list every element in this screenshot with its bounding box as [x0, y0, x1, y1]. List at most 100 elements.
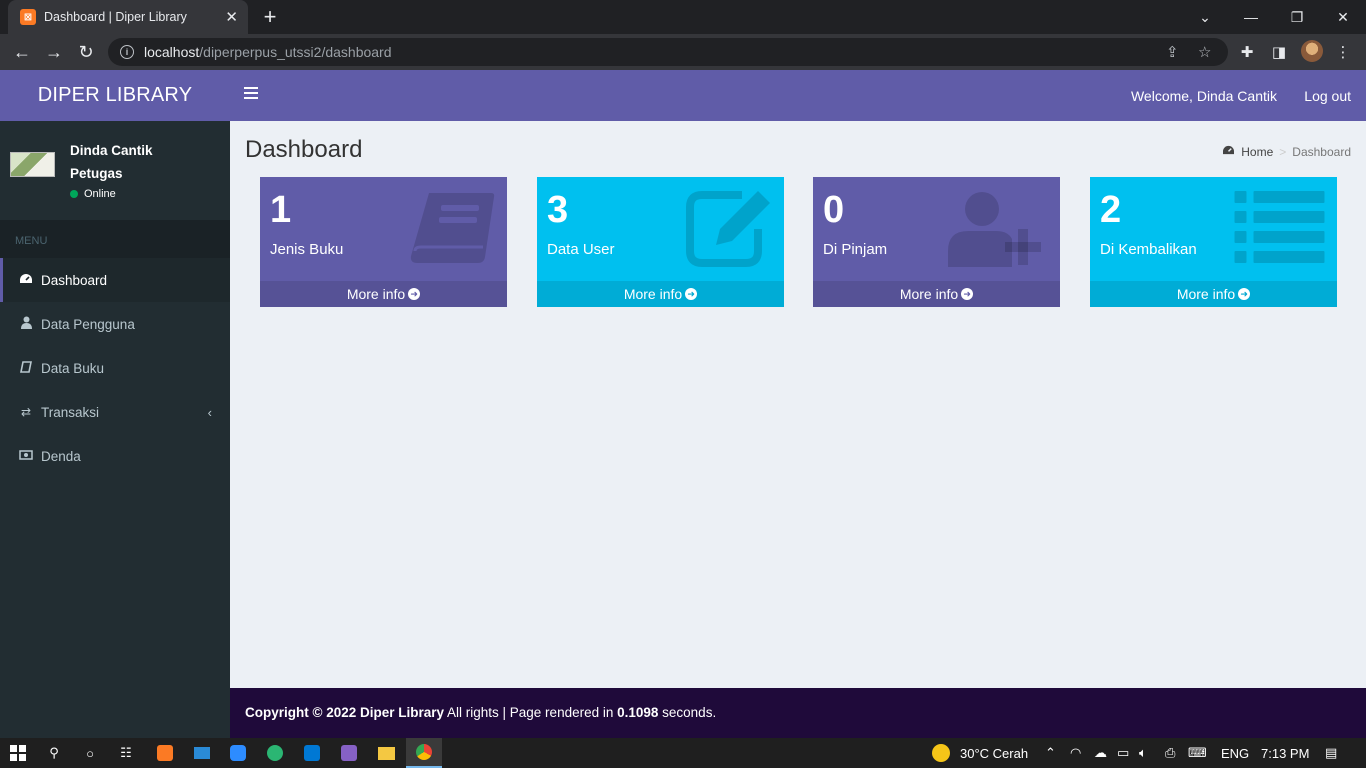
logout-link[interactable]: Log out [1304, 88, 1351, 104]
show-hidden-icons-icon[interactable]: ⌃ [1045, 738, 1056, 768]
menu-header: MENU [0, 220, 230, 258]
side-panel-icon[interactable]: ◨ [1269, 42, 1289, 62]
sidebar-item-transaksi[interactable]: ⇄ Transaksi ‹ [0, 390, 230, 434]
keyboard-icon[interactable]: ⌨ [1188, 738, 1207, 768]
user-avatar [10, 152, 55, 177]
page-footer: Copyright © 2022 Diper Library All right… [230, 688, 1366, 738]
stat-box-data-user: 3 Data User More info ➜ [537, 177, 784, 307]
chrome-menu-icon[interactable]: ⋮ [1333, 42, 1353, 62]
book-icon [18, 360, 34, 376]
list-icon [1234, 191, 1325, 263]
footer-copyright: Copyright © 2022 Diper Library [245, 705, 444, 720]
stat-box-di-pinjam: 0 Di Pinjam More info ➜ [813, 177, 1060, 307]
more-info-link[interactable]: More info ➜ [1090, 281, 1337, 307]
vscode-icon[interactable] [294, 738, 330, 768]
sidebar-item-denda[interactable]: Denda [0, 434, 230, 478]
dashboard-icon [18, 273, 34, 288]
chevron-left-icon: ‹ [207, 404, 212, 420]
windows-start-icon[interactable] [0, 738, 36, 768]
battery-icon[interactable]: ▭ [1117, 738, 1129, 768]
restore-button[interactable]: ❐ [1274, 0, 1320, 34]
xampp-favicon-icon: ⊠ [20, 9, 36, 25]
sidebar-item-data-buku[interactable]: Data Buku [0, 346, 230, 390]
onedrive-icon[interactable]: ☁ [1094, 738, 1107, 768]
breadcrumb-current: Dashboard [1292, 145, 1351, 159]
sidebar: Dinda Cantik Petugas Online MENU Dashboa… [0, 121, 230, 738]
top-navbar: Welcome, Dinda Cantik Log out [230, 70, 1366, 121]
edit-icon [686, 191, 770, 267]
browser-tabstrip: ⊠ Dashboard | Diper Library ✕ + ⌄ — ❐ ✕ [0, 0, 1366, 34]
forward-button[interactable]: → [42, 40, 66, 64]
breadcrumb-home[interactable]: Home [1241, 145, 1273, 159]
sidebar-item-label: Denda [41, 448, 81, 464]
breadcrumb: Home > Dashboard [1222, 145, 1351, 159]
browser-tab[interactable]: ⊠ Dashboard | Diper Library ✕ [8, 0, 248, 34]
book-icon [410, 193, 495, 263]
clock[interactable]: 7:13 PM [1261, 738, 1309, 768]
tab-search-icon[interactable]: ⌄ [1182, 0, 1228, 34]
more-info-link[interactable]: More info ➜ [537, 281, 784, 307]
stat-number: 0 [823, 189, 845, 231]
sidebar-item-label: Dashboard [41, 272, 108, 288]
footer-seconds: seconds. [658, 705, 717, 720]
new-tab-button[interactable]: + [258, 4, 282, 30]
share-icon[interactable]: ⇪ [1166, 38, 1179, 66]
back-button[interactable]: ← [10, 40, 34, 64]
stat-box-di-kembalikan: 2 Di Kembalikan More info ➜ [1090, 177, 1337, 307]
weather-text: 30°C Cerah [960, 745, 1029, 761]
arrow-circle-right-icon: ➜ [685, 288, 698, 300]
welcome-text: Welcome, Dinda Cantik [1130, 88, 1277, 104]
close-window-button[interactable]: ✕ [1320, 0, 1366, 34]
reload-button[interactable]: ↻ [74, 40, 98, 64]
notifications-icon[interactable]: ▤ [1325, 738, 1337, 768]
sidebar-item-label: Data Pengguna [41, 316, 135, 332]
bookmark-star-icon[interactable]: ☆ [1198, 38, 1211, 66]
stat-number: 2 [1100, 189, 1122, 231]
sidebar-item-dashboard[interactable]: Dashboard [0, 258, 230, 302]
brand-logo[interactable]: DIPER LIBRARY [0, 70, 230, 121]
volume-icon[interactable]: 🔈︎ [1139, 738, 1147, 768]
stat-label: Di Kembalikan [1100, 241, 1197, 258]
search-icon[interactable]: ⚲ [36, 738, 72, 768]
cortana-icon[interactable]: ○ [72, 738, 108, 768]
profile-avatar[interactable] [1301, 40, 1323, 62]
edge-icon[interactable] [257, 738, 293, 768]
sidebar-item-data-pengguna[interactable]: Data Pengguna [0, 302, 230, 346]
file-explorer-icon[interactable] [368, 738, 404, 768]
footer-rights: All rights | Page rendered in [444, 705, 618, 720]
browser-toolbar: ← → ↻ i localhost/diperperpus_utssi2/das… [0, 34, 1366, 70]
arrow-circle-right-icon: ➜ [408, 288, 421, 300]
language-indicator[interactable]: ENG [1221, 738, 1249, 768]
wifi-icon[interactable]: ◠ [1070, 738, 1081, 768]
url-host: localhost [144, 44, 200, 60]
user-status-text: Online [84, 188, 116, 200]
more-info-link[interactable]: More info ➜ [813, 281, 1060, 307]
more-info-label: More info [623, 286, 683, 302]
extensions-icon[interactable]: ✚ [1237, 42, 1257, 62]
xampp-icon[interactable] [147, 738, 183, 768]
visual-studio-icon[interactable] [331, 738, 367, 768]
more-info-link[interactable]: More info ➜ [260, 281, 507, 307]
mail-icon[interactable] [184, 738, 220, 768]
weather-widget[interactable]: 30°C Cerah [932, 738, 1028, 768]
arrow-circle-right-icon: ➜ [961, 288, 974, 300]
arrow-circle-right-icon: ➜ [1238, 288, 1251, 300]
zoom-icon[interactable] [220, 738, 256, 768]
task-view-icon[interactable]: ☷ [108, 738, 144, 768]
site-info-icon[interactable]: i [120, 45, 134, 59]
address-bar[interactable]: i localhost/diperperpus_utssi2/dashboard… [108, 38, 1228, 66]
user-role: Petugas [70, 166, 123, 181]
meet-now-icon[interactable]: ⎙ [1165, 738, 1175, 768]
stat-number: 1 [270, 189, 292, 231]
page-title: Dashboard [245, 136, 363, 163]
minimize-button[interactable]: — [1228, 0, 1274, 34]
close-tab-icon[interactable]: ✕ [225, 8, 238, 26]
page: DIPER LIBRARY Welcome, Dinda Cantik Log … [0, 70, 1366, 738]
stat-number: 3 [547, 189, 569, 231]
online-dot-icon [70, 190, 78, 198]
user-plus-icon [948, 192, 1041, 267]
chrome-icon[interactable] [406, 738, 442, 768]
sidebar-toggle-icon[interactable] [244, 87, 258, 103]
money-icon [18, 449, 34, 463]
breadcrumb-separator: > [1279, 145, 1287, 159]
